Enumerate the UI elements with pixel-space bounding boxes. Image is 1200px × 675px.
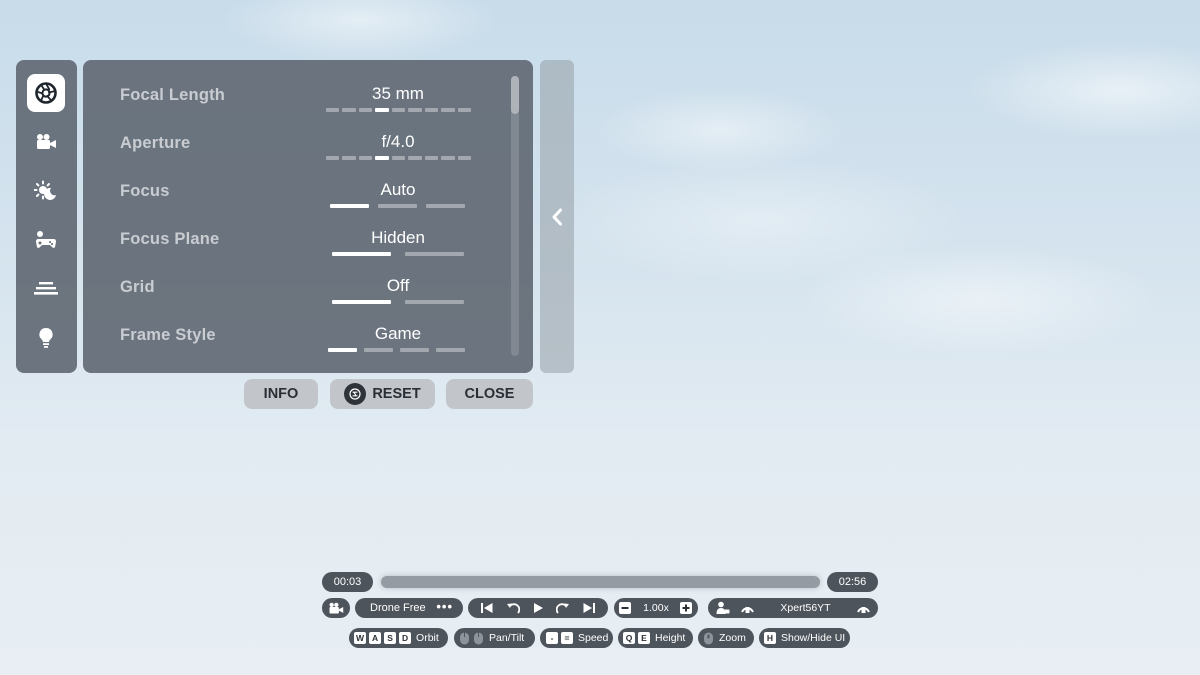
player-selector[interactable]: Xpert56YT: [708, 598, 878, 618]
reset-button[interactable]: RESET: [330, 379, 435, 409]
setting-label: Grid: [120, 278, 155, 296]
rewind-icon[interactable]: [506, 602, 520, 615]
next-player-icon[interactable]: [856, 601, 871, 615]
video-camera-icon: [37, 134, 56, 149]
rail-tab-gameplay[interactable]: [27, 221, 65, 259]
skip-forward-icon[interactable]: [582, 602, 596, 614]
camera-mode-selector[interactable]: Drone Free •••: [355, 598, 463, 618]
key-a: A: [369, 632, 382, 644]
setting-value: 35 mm: [372, 84, 424, 103]
setting-row-frame-style[interactable]: Frame Style Game: [83, 300, 503, 352]
speed-increase-button[interactable]: [680, 602, 692, 614]
setting-value: Auto: [380, 180, 416, 199]
setting-value: Off: [386, 276, 410, 295]
camera-mode-label: Drone Free: [370, 602, 426, 614]
hint-height: Q E Height: [618, 628, 693, 648]
setting-row-aperture[interactable]: Aperture f/4.0: [83, 108, 503, 160]
key-equals: =: [561, 632, 573, 644]
setting-row-focus[interactable]: Focus Auto: [83, 156, 503, 208]
rail-tab-camera-motion[interactable]: [27, 123, 65, 161]
rail-tab-tips[interactable]: [27, 319, 65, 357]
pan-tilt-label: Pan/Tilt: [489, 632, 525, 644]
rail-tab-camera-lens[interactable]: [27, 74, 65, 112]
plus-icon: [682, 604, 690, 612]
hint-speed: - = Speed: [540, 628, 613, 648]
controller-button-icon: [344, 383, 367, 405]
speed-decrease-button[interactable]: [619, 602, 631, 614]
zoom-label: Zoom: [719, 632, 746, 644]
key-q: Q: [623, 632, 635, 644]
aperture-icon: [35, 82, 57, 104]
close-button-label: CLOSE: [464, 386, 515, 402]
total-time-label: 02:56: [838, 576, 867, 588]
rail-tab-time-weather[interactable]: [27, 172, 65, 210]
key-minus: -: [546, 632, 558, 644]
gamepad-icon: [36, 231, 56, 248]
more-icon[interactable]: •••: [436, 600, 453, 613]
current-time: 00:03: [322, 572, 373, 592]
setting-row-focal-length[interactable]: Focal Length 35 mm: [83, 60, 503, 112]
info-button-label: INFO: [263, 386, 299, 402]
total-time: 02:56: [827, 572, 878, 592]
player-name: Xpert56YT: [780, 602, 831, 614]
setting-label: Focus: [120, 182, 170, 200]
timeline-scrubber[interactable]: [381, 576, 820, 588]
skip-back-icon[interactable]: [480, 602, 494, 614]
scrollbar-thumb[interactable]: [511, 76, 519, 114]
info-button[interactable]: INFO: [244, 379, 318, 409]
setting-label: Aperture: [120, 134, 191, 152]
setting-label: Frame Style: [120, 326, 216, 344]
setting-value: Game: [374, 324, 422, 343]
collapse-panel-button[interactable]: [540, 60, 574, 373]
speed-label: Speed: [578, 632, 609, 644]
play-icon[interactable]: [532, 602, 544, 614]
setting-row-focus-plane[interactable]: Focus Plane Hidden: [83, 204, 503, 256]
category-rail: [16, 60, 77, 373]
previous-player-icon[interactable]: [740, 601, 755, 615]
fast-forward-icon[interactable]: [556, 602, 570, 615]
hint-pan-tilt: Pan/Tilt: [454, 628, 535, 648]
playback-controls: [468, 598, 608, 618]
settings-scrollbar[interactable]: [511, 76, 519, 356]
key-e: E: [638, 632, 650, 644]
hint-orbit: W A S D Orbit: [349, 628, 448, 648]
camera-mode-toggle[interactable]: [322, 598, 350, 618]
mouse-icon: [460, 632, 469, 644]
camera-settings-panel: Focal Length 35 mm Aperture f/4.0 Focus …: [83, 60, 533, 373]
close-button[interactable]: CLOSE: [446, 379, 533, 409]
weather-icon: [34, 180, 56, 200]
chevron-left-icon: [552, 208, 562, 225]
minus-icon: [621, 607, 629, 609]
key-s: S: [384, 632, 397, 644]
current-time-label: 00:03: [333, 576, 362, 588]
player-camera-icon: [716, 601, 730, 614]
mouse-icon: [474, 632, 483, 644]
show-hide-ui-label: Show/Hide UI: [781, 632, 846, 644]
key-w: W: [354, 632, 367, 644]
setting-label: Focal Length: [120, 86, 226, 104]
setting-value: f/4.0: [381, 132, 415, 151]
key-h: H: [764, 632, 776, 644]
height-label: Height: [655, 632, 686, 644]
setting-value: Hidden: [371, 228, 425, 247]
frame-style-selector[interactable]: [328, 348, 468, 352]
lightbulb-icon: [39, 327, 53, 348]
rail-tab-display[interactable]: [27, 270, 65, 308]
scroll-wheel-icon: [704, 632, 713, 644]
speed-value: 1.00x: [643, 602, 669, 614]
layers-icon: [34, 282, 58, 295]
hint-show-hide-ui: H Show/Hide UI: [759, 628, 850, 648]
key-d: D: [399, 632, 412, 644]
setting-label: Focus Plane: [120, 230, 220, 248]
video-camera-icon: [329, 602, 344, 614]
setting-row-grid[interactable]: Grid Off: [83, 252, 503, 304]
hint-zoom: Zoom: [698, 628, 754, 648]
orbit-label: Orbit: [416, 632, 439, 644]
reset-button-label: RESET: [372, 386, 421, 402]
speed-control: 1.00x: [614, 598, 698, 618]
